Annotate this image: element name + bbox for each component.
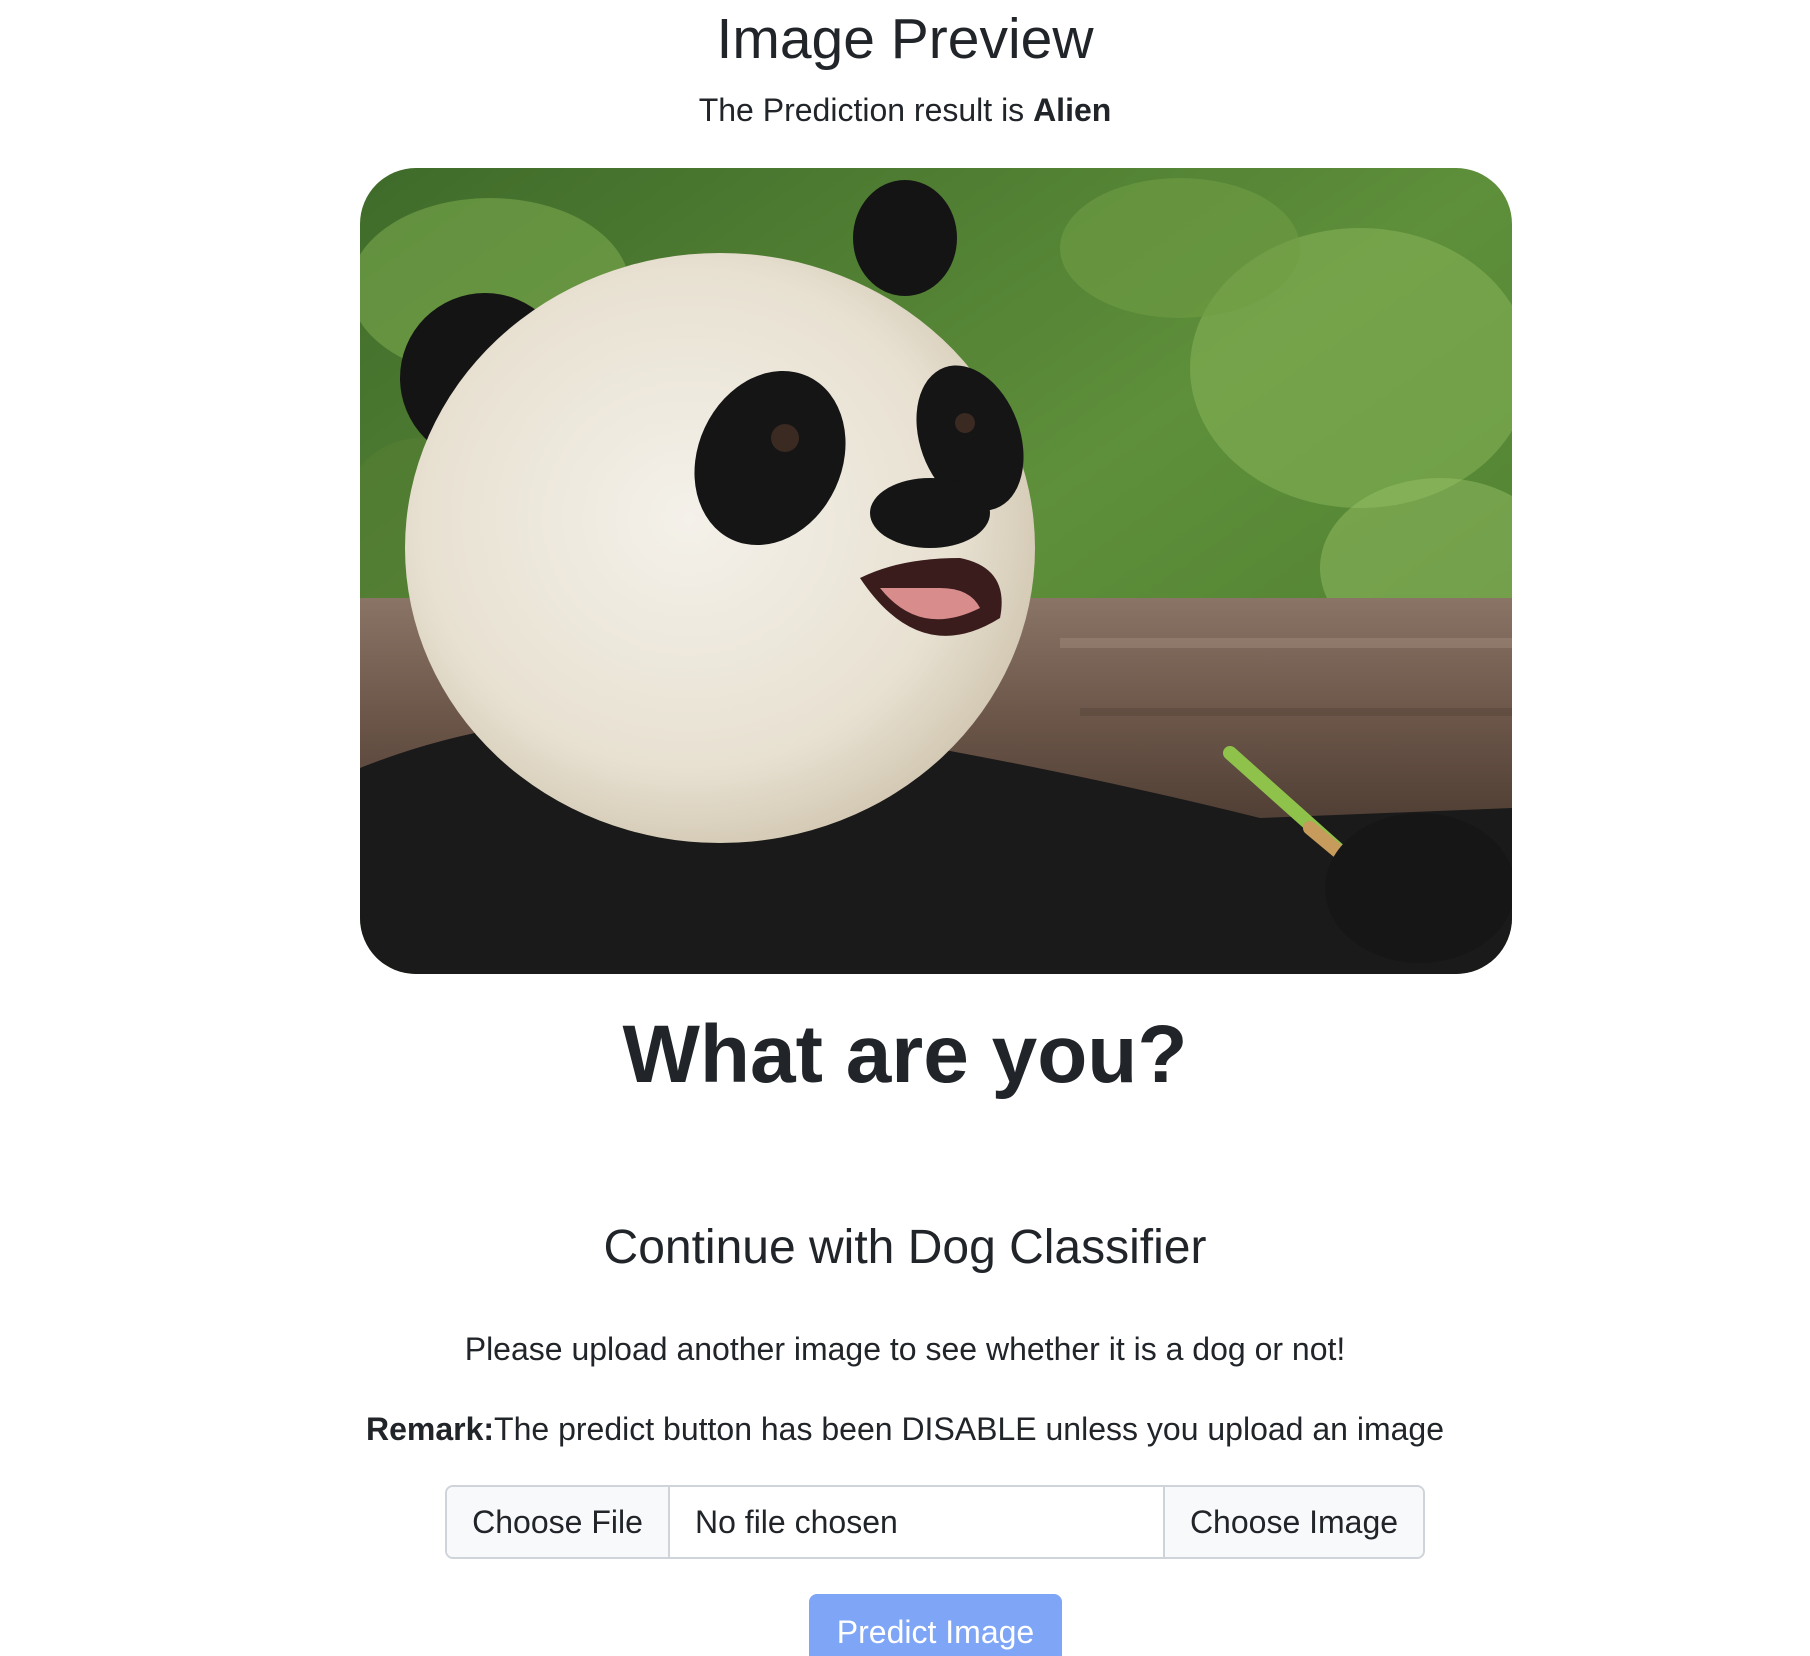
choose-image-addon: Choose Image [1163,1487,1423,1557]
continue-heading: Continue with Dog Classifier [603,1221,1207,1274]
page: Image Preview The Prediction result is A… [0,0,1810,1656]
upload-instruction: Please upload another image to see wheth… [464,1331,1346,1367]
image-preview-title: Image Preview [716,7,1094,71]
question-heading: What are you? [622,1009,1188,1100]
predict-image-button[interactable]: Predict Image [809,1594,1062,1656]
prediction-prefix: The Prediction result is [698,92,1034,128]
remark-label: Remark: [365,1411,495,1447]
file-status-text[interactable]: No file chosen [670,1487,1163,1557]
prediction-value: Alien [1033,92,1112,128]
file-upload-group: Choose File No file chosen Choose Image [445,1485,1425,1559]
prediction-result-line: The Prediction result is Alien [0,90,1810,130]
remark-line: Remark:The predict button has been DISAB… [0,1408,1810,1450]
choose-file-button[interactable]: Choose File [447,1487,670,1557]
remark-text: The predict button has been DISABLE unle… [494,1411,1444,1447]
preview-image [360,168,1512,974]
